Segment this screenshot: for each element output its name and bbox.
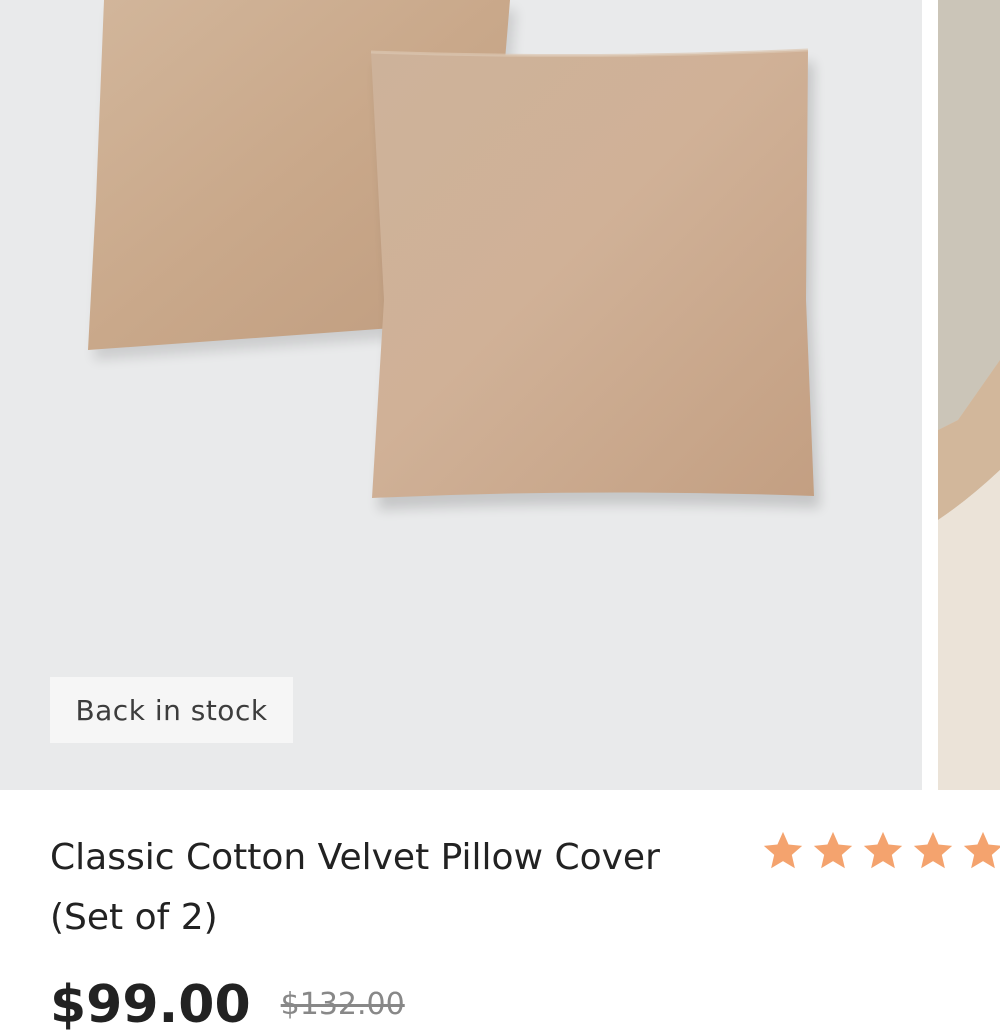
sale-price: $99.00 [50, 975, 251, 1035]
star-rating[interactable] [760, 828, 1000, 880]
product-image-gallery[interactable]: Back in stock [0, 0, 1000, 790]
star-icon [963, 831, 1000, 869]
star-icon [913, 831, 953, 869]
star-icon [763, 831, 803, 869]
main-product-image[interactable]: Back in stock [0, 0, 922, 790]
compare-at-price: $132.00 [280, 987, 405, 1022]
pillow-set-illustration [88, 0, 820, 510]
product-title[interactable]: Classic Cotton Velvet Pillow Cover (Set … [50, 828, 740, 948]
back-in-stock-badge: Back in stock [50, 677, 293, 743]
product-title-line2: (Set of 2) [50, 897, 218, 938]
price-row: $99.00 $132.00 [50, 975, 405, 1035]
product-title-line1: Classic Cotton Velvet Pillow Cover [50, 837, 660, 878]
star-icon [863, 831, 903, 869]
star-icon [813, 831, 853, 869]
next-product-image[interactable] [938, 0, 1000, 790]
next-image-illustration [938, 0, 1000, 790]
front-pillow [371, 50, 814, 498]
